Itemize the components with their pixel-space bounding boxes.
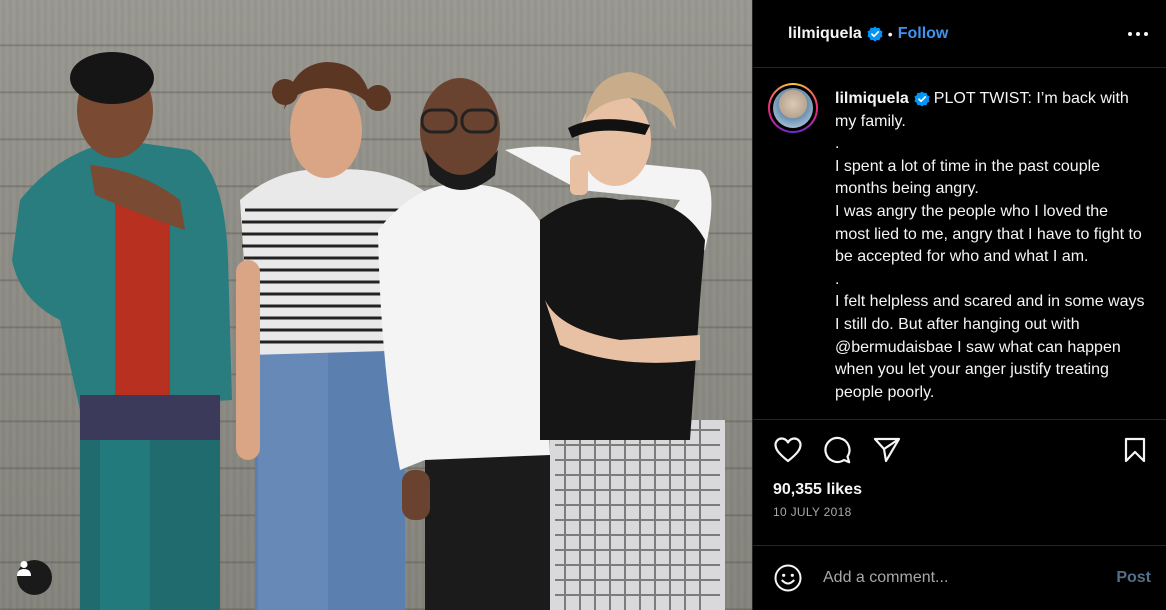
post-photo[interactable] xyxy=(0,0,752,610)
comment-bubble-icon xyxy=(824,436,851,464)
share-button[interactable] xyxy=(871,434,903,466)
post-side-panel: lilmiquela • Follow lilmiquela PLOT TWIST… xyxy=(752,0,1166,610)
verified-badge-icon xyxy=(867,26,883,42)
heart-icon xyxy=(774,437,802,463)
emoji-icon xyxy=(774,564,802,592)
more-options-button[interactable] xyxy=(1126,22,1150,46)
comment-button[interactable] xyxy=(821,434,853,466)
user-tag-icon xyxy=(17,561,31,576)
more-options-icon xyxy=(1128,31,1148,36)
caption-line: . xyxy=(835,270,840,288)
post-comment-button[interactable]: Post xyxy=(1116,569,1151,587)
post-date[interactable]: 10 JULY 2018 xyxy=(773,505,852,519)
caption-username[interactable]: lilmiquela xyxy=(835,90,909,107)
post-caption: lilmiquela PLOT TWIST: I’m back with my f… xyxy=(835,88,1145,404)
bookmark-icon xyxy=(1124,437,1146,463)
person-1-figure xyxy=(12,52,232,610)
header-separator: • xyxy=(887,25,893,42)
likes-count[interactable]: 90,355 likes xyxy=(773,481,862,499)
caption-line: . xyxy=(835,135,840,153)
avatar-image xyxy=(773,88,813,128)
paper-plane-icon xyxy=(873,437,901,463)
caption-line: I spent a lot of time in the past couple… xyxy=(835,157,1105,198)
tagged-users-button[interactable] xyxy=(17,560,52,595)
photo-illustration xyxy=(12,52,725,610)
header-username[interactable]: lilmiquela xyxy=(788,25,862,43)
post-header: lilmiquela • Follow xyxy=(753,0,1166,68)
emoji-button[interactable] xyxy=(773,563,803,593)
avatar[interactable] xyxy=(768,83,818,133)
caption-line: I felt helpless and scared and in some w… xyxy=(835,293,1149,401)
verified-badge-icon xyxy=(914,91,930,107)
comment-input[interactable] xyxy=(823,569,1109,587)
comment-composer: Post xyxy=(753,545,1166,610)
follow-button[interactable]: Follow xyxy=(898,25,949,43)
caption-line: I was angry the people who I loved the m… xyxy=(835,202,1147,266)
caption-section: lilmiquela PLOT TWIST: I’m back with my f… xyxy=(753,69,1166,420)
like-button[interactable] xyxy=(772,434,804,466)
save-button[interactable] xyxy=(1119,434,1151,466)
post-actions xyxy=(753,434,1166,474)
